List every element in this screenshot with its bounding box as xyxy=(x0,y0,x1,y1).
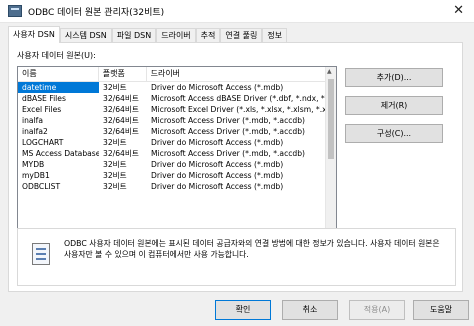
column-header-platform[interactable]: 플랫폼 xyxy=(99,67,147,81)
info-text: ODBC 사용자 데이터 원본에는 표시된 데이터 공급자와의 연결 방법에 대… xyxy=(64,239,440,259)
row-platform: 32비트 xyxy=(103,182,127,191)
row-driver: Microsoft Access Driver (*.mdb, *.accdb) xyxy=(151,116,306,125)
window-title: ODBC 데이터 원본 관리자(32비트) xyxy=(28,7,165,18)
vertical-scrollbar[interactable]: ▲ ▼ xyxy=(325,67,336,243)
row-driver: Microsoft Access Driver (*.mdb, *.accdb) xyxy=(151,149,306,158)
row-platform: 32비트 xyxy=(103,138,127,147)
user-data-sources-label: 사용자 데이터 원본(U): xyxy=(17,51,96,60)
close-icon[interactable]: ✕ xyxy=(453,3,464,18)
row-platform: 32/64비트 xyxy=(103,94,139,103)
row-name: MS Access Database xyxy=(22,149,99,158)
row-name: myDB1 xyxy=(22,171,50,180)
list-row[interactable]: inalfa 32/64비트 Microsoft Access Driver (… xyxy=(18,115,327,126)
row-driver: Driver do Microsoft Access (*.mdb) xyxy=(151,171,284,180)
tab-connection-pooling[interactable]: 연결 풀링 xyxy=(220,28,263,43)
tab-user-dsn[interactable]: 사용자 DSN xyxy=(8,26,60,43)
tab-about[interactable]: 정보 xyxy=(262,28,288,43)
row-name: dBASE Files xyxy=(22,94,66,103)
remove-button[interactable]: 제거(R) xyxy=(345,96,443,115)
cancel-button[interactable]: 취소 xyxy=(282,300,338,320)
list-row[interactable]: LOGCHART 32비트 Driver do Microsoft Access… xyxy=(18,137,327,148)
row-driver: Microsoft Excel Driver (*.xls, *.xlsx, *… xyxy=(151,105,327,114)
row-driver: Driver do Microsoft Access (*.mdb) xyxy=(151,160,284,169)
list-row[interactable]: MYDB 32비트 Driver do Microsoft Access (*.… xyxy=(18,159,327,170)
row-platform: 32/64비트 xyxy=(103,116,139,125)
scroll-up-arrow-icon[interactable]: ▲ xyxy=(327,68,332,75)
list-row[interactable]: MS Access Database 32/64비트 Microsoft Acc… xyxy=(18,148,327,159)
data-source-list[interactable]: 이름 플랫폼 드라이버 datetime 32비트 Driver do Micr… xyxy=(17,66,337,244)
row-name: MYDB xyxy=(22,160,45,169)
column-header-driver[interactable]: 드라이버 xyxy=(147,67,326,81)
tab-drivers[interactable]: 드라이버 xyxy=(156,28,196,43)
row-name: LOGCHART xyxy=(22,138,64,147)
scroll-thumb[interactable] xyxy=(328,79,334,159)
row-name: inalfa xyxy=(22,116,44,125)
row-platform: 32/64비트 xyxy=(103,127,139,136)
row-driver: Microsoft Access Driver (*.mdb, *.accdb) xyxy=(151,127,306,136)
row-platform: 32비트 xyxy=(103,171,127,180)
row-driver: Driver do Microsoft Access (*.mdb) xyxy=(151,83,284,92)
list-header: 이름 플랫폼 드라이버 xyxy=(18,67,326,82)
list-row[interactable]: myDB1 32비트 Driver do Microsoft Access (*… xyxy=(18,170,327,181)
list-row[interactable]: inalfa2 32/64비트 Microsoft Access Driver … xyxy=(18,126,327,137)
ok-button[interactable]: 확인 xyxy=(215,300,271,320)
row-driver: Microsoft Access dBASE Driver (*.dbf, *.… xyxy=(151,94,327,103)
info-box: ODBC 사용자 데이터 원본에는 표시된 데이터 공급자와의 연결 방법에 대… xyxy=(17,228,456,286)
row-platform: 32/64비트 xyxy=(103,105,139,114)
tab-tracing[interactable]: 추적 xyxy=(195,28,221,43)
add-button[interactable]: 추가(D)... xyxy=(345,68,443,87)
list-row[interactable]: datetime 32비트 Driver do Microsoft Access… xyxy=(18,82,327,93)
row-platform: 32비트 xyxy=(103,83,127,92)
apply-button[interactable]: 적용(A) xyxy=(349,300,405,320)
odbc-app-icon xyxy=(8,5,22,17)
row-name: Excel Files xyxy=(22,105,62,114)
row-name: ODBCLIST xyxy=(22,182,61,191)
row-platform: 32비트 xyxy=(103,160,127,169)
column-header-name[interactable]: 이름 xyxy=(18,67,99,81)
title-bar: ODBC 데이터 원본 관리자(32비트) ✕ xyxy=(0,0,474,23)
list-row[interactable]: Excel Files 32/64비트 Microsoft Excel Driv… xyxy=(18,104,327,115)
configure-button[interactable]: 구성(C)... xyxy=(345,124,443,143)
list-row[interactable]: dBASE Files 32/64비트 Microsoft Access dBA… xyxy=(18,93,327,104)
tab-system-dsn[interactable]: 시스템 DSN xyxy=(59,28,112,43)
tab-strip: 사용자 DSN 시스템 DSN 파일 DSN 드라이버 추적 연결 풀링 정보 xyxy=(8,26,288,43)
data-source-icon xyxy=(32,243,50,265)
row-driver: Driver do Microsoft Access (*.mdb) xyxy=(151,182,284,191)
row-name: inalfa2 xyxy=(22,127,48,136)
list-row[interactable]: ODBCLIST 32비트 Driver do Microsoft Access… xyxy=(18,181,327,192)
row-platform: 32/64비트 xyxy=(103,149,139,158)
row-name: datetime xyxy=(18,82,99,93)
user-dsn-panel: 사용자 데이터 원본(U): 이름 플랫폼 드라이버 datetime 32비트… xyxy=(8,42,463,292)
tab-file-dsn[interactable]: 파일 DSN xyxy=(111,28,157,43)
help-button[interactable]: 도움말 xyxy=(413,300,469,320)
row-driver: Driver do Microsoft Access (*.mdb) xyxy=(151,138,284,147)
